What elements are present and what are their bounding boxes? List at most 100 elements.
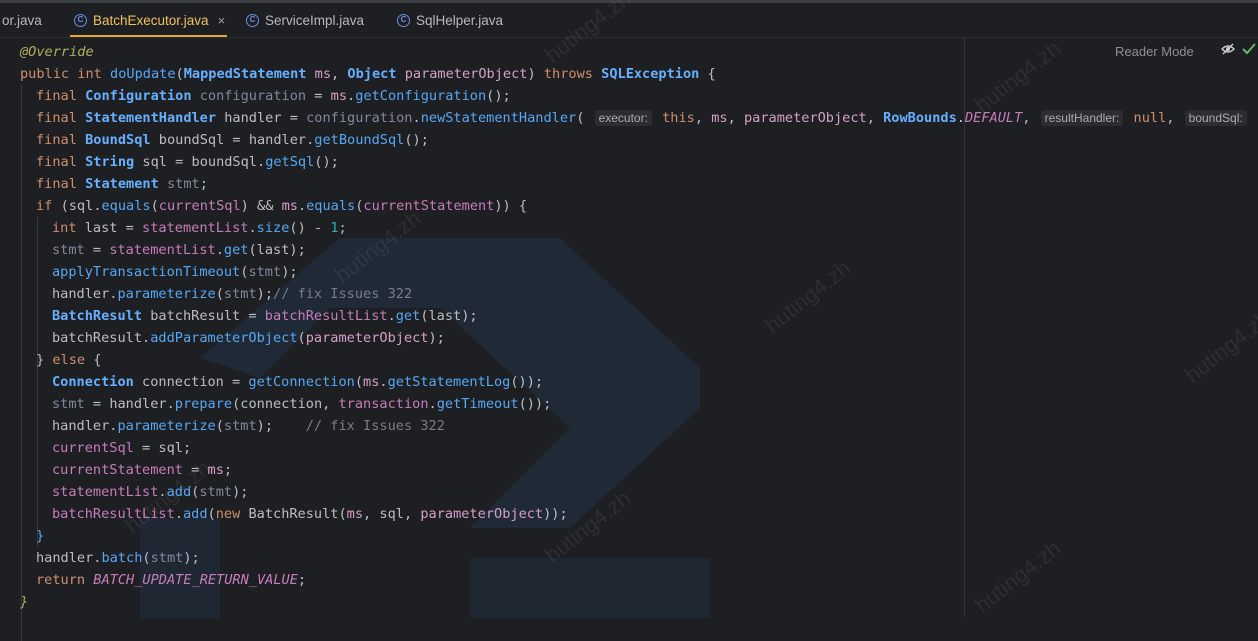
code-editor[interactable]: huting4.zh huting4.zh huting4.zh huting4… — [0, 0, 1258, 641]
token: getConnection — [248, 374, 355, 390]
code-line-7: final Statement stmt; — [36, 173, 208, 195]
code-line-10: stmt = statementList.get(last); — [52, 239, 306, 261]
token: . — [248, 220, 257, 236]
token: ( — [150, 198, 159, 214]
token: . — [297, 198, 307, 214]
token: ; — [223, 462, 233, 478]
token: transaction — [338, 396, 429, 412]
tab-sqlhelper-java[interactable]: C SqlHelper.java — [397, 3, 503, 37]
token: Connection — [52, 374, 134, 390]
token: currentSql — [52, 440, 134, 456]
token: . — [257, 154, 266, 170]
token: ); — [256, 286, 274, 302]
token: StatementHandler — [85, 110, 217, 126]
token: get — [223, 242, 249, 258]
token: RowBounds — [883, 110, 957, 126]
tab-batchexecutor-java[interactable]: C BatchExecutor.java × — [69, 3, 228, 37]
token: ( — [60, 198, 69, 214]
token: MappedStatement — [183, 66, 307, 82]
token: ( — [576, 110, 593, 126]
token: } — [36, 528, 45, 544]
reader-mode-toggle[interactable]: Reader Mode — [1115, 44, 1194, 59]
token: { — [699, 66, 716, 82]
tab-label: BatchExecutor.java — [93, 12, 209, 28]
token: ( — [354, 374, 364, 390]
token: } — [36, 352, 53, 368]
token: BoundSql — [85, 132, 151, 148]
indent-guide — [21, 85, 22, 641]
token: currentStatement — [363, 198, 495, 214]
token: , — [694, 110, 712, 126]
code-line-17: stmt = handler.prepare(connection, trans… — [52, 393, 551, 415]
code-line-11: applyTransactionTimeout(stmt); — [52, 261, 298, 283]
eye-crossed-icon[interactable] — [1221, 42, 1235, 56]
token: stmt — [158, 176, 200, 192]
token: handler = — [216, 110, 307, 126]
token: handler — [52, 286, 110, 302]
token: ( — [248, 242, 257, 258]
code-line-18: handler.parameterize(stmt); // fix Issue… — [52, 415, 445, 437]
class-icon: C — [246, 13, 259, 27]
tab-serviceimpl-java[interactable]: C ServiceImpl.java — [246, 3, 364, 37]
token: getSql — [265, 154, 315, 170]
token: ( — [215, 418, 224, 434]
token: getStatementLog — [387, 374, 511, 390]
token: BATCH_UPDATE_RETURN_VALUE — [93, 572, 298, 588]
param-hint: executor: — [594, 110, 652, 126]
token: (); — [404, 132, 429, 148]
class-icon: C — [74, 13, 87, 27]
token: this — [653, 110, 695, 126]
watermark-text: huting4.zh — [1180, 305, 1258, 388]
code-line-6: final String sql = boundSql.getSql(); — [36, 151, 339, 173]
class-icon: C — [397, 13, 410, 27]
token: ms — [207, 462, 224, 478]
code-comment: // fix Issues 322 — [305, 418, 445, 434]
token: final — [36, 110, 86, 126]
inspection-widget — [1221, 42, 1256, 56]
token: , — [322, 396, 339, 412]
token: ms — [306, 66, 332, 82]
token: ms — [281, 198, 298, 214]
token: parameterObject — [420, 506, 544, 522]
tab-or-java[interactable]: or.java — [2, 3, 42, 37]
token: 1 — [330, 220, 339, 236]
close-tab-icon[interactable]: × — [218, 13, 226, 28]
code-line-1: @Override — [20, 41, 94, 63]
editor-tab-bar: or.java C BatchExecutor.java × C Service… — [0, 3, 1258, 38]
token: ( — [420, 308, 429, 324]
token: ( — [207, 506, 216, 522]
token: final — [36, 176, 86, 192]
tab-label: SqlHelper.java — [416, 12, 504, 28]
token: stmt — [248, 264, 282, 280]
code-line-22: batchResultList.add(new BatchResult(ms, … — [52, 503, 568, 525]
token: batchResult = — [142, 308, 265, 324]
token: )); — [543, 506, 568, 522]
token: . — [166, 396, 175, 412]
token: connection — [240, 396, 323, 412]
tab-label: ServiceImpl.java — [265, 12, 365, 28]
token: stmt — [199, 484, 233, 500]
code-line-2: public int doUpdate(MappedStatement ms, … — [20, 63, 716, 85]
token: parameterObject — [396, 66, 528, 82]
token: sql — [68, 198, 94, 214]
token: connection = — [133, 374, 249, 390]
token: BatchResult — [52, 308, 143, 324]
token: Statement — [85, 176, 159, 192]
token: if — [36, 198, 61, 214]
token: } — [20, 594, 29, 610]
code-line-3: final Configuration configuration = ms.g… — [36, 85, 511, 107]
token: boundSql — [191, 154, 257, 170]
token: sql — [379, 506, 404, 522]
token: batch — [101, 550, 143, 566]
token: Object — [347, 66, 397, 82]
token: applyTransactionTimeout — [52, 264, 241, 280]
token: = — [182, 462, 208, 478]
token: stmt — [52, 242, 85, 258]
code-comment: // fix Issues 322 — [273, 286, 413, 302]
token: BatchResult — [248, 506, 339, 522]
check-icon[interactable] — [1242, 42, 1256, 56]
token: , — [403, 506, 421, 522]
token: . — [347, 88, 356, 104]
token: public int — [20, 66, 111, 82]
token: ( — [142, 550, 151, 566]
